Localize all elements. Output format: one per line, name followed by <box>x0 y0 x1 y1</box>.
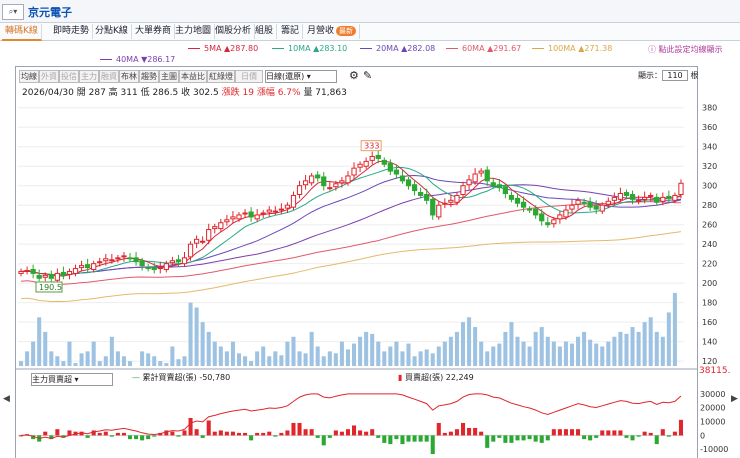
pen-icon[interactable]: ✎ <box>363 69 372 82</box>
btn-margin[interactable]: 融資 <box>99 70 119 83</box>
gear-icon[interactable]: ⚙ <box>349 69 359 82</box>
tab-monthly-revenue-label: 月營收 <box>307 26 335 36</box>
indicator-tick-label: 20000 <box>700 404 725 413</box>
legend-60ma: 60MA ▲291.67 <box>446 44 521 53</box>
ma-settings-hint[interactable]: ⓘ 點此設定均線顯示 <box>648 44 723 55</box>
tab-analysis[interactable]: 個股分析 <box>212 24 256 39</box>
tab-branch-kline[interactable]: 分點K線 <box>92 24 132 39</box>
display-count-input[interactable]: 110 <box>662 70 688 81</box>
indicator-select[interactable]: 主力買賣超 ▾ <box>31 373 113 386</box>
y-tick-label: 260 <box>702 221 717 230</box>
tab-bar: 轉碼K線 即時走勢 分點K線 大單券商 主力地圖 個股分析 組股 籌記 月營收最… <box>0 23 740 41</box>
y-tick-label: 120 <box>702 357 717 366</box>
tab-monthly-revenue[interactable]: 月營收 最新 <box>304 24 361 39</box>
indicator-daily-legend: ▮ 買賣超(張) 22,249 <box>398 373 474 382</box>
btn-pe[interactable]: 本益比 <box>179 70 207 83</box>
tab-intraday[interactable]: 即時走勢 <box>50 24 94 39</box>
y-tick-label: 340 <box>702 143 717 152</box>
indicator-tick-label: -10000 <box>700 445 728 454</box>
legend-40ma: 40MA ▼286.17 <box>100 55 175 64</box>
y-tick-label: 360 <box>702 123 717 132</box>
indicator-current-value: 38115. <box>699 366 731 376</box>
btn-ma[interactable]: 均線 <box>19 70 39 83</box>
y-tick-label: 180 <box>702 299 717 308</box>
btn-bollinger[interactable]: 布林 <box>119 70 139 83</box>
y-tick-label: 300 <box>702 182 717 191</box>
y-tick-label: 380 <box>702 104 717 113</box>
tab-big-orders[interactable]: 大單券商 <box>132 24 176 39</box>
tab-group[interactable]: 組股 <box>252 24 278 39</box>
indicator-tick-label: 10000 <box>700 418 725 427</box>
legend-10ma: 10MA ▲283.10 <box>272 44 347 53</box>
display-count: 顯示： 110 根 <box>638 70 699 81</box>
indicator-tick-label: 0 <box>700 431 705 440</box>
tab-kline[interactable]: 轉碼K線 <box>2 24 42 41</box>
stock-name: 京元電子 <box>28 6 72 19</box>
btn-daily-price[interactable]: 日價 <box>235 70 263 83</box>
legend-20ma: 20MA ▲282.08 <box>360 44 435 53</box>
period-select[interactable]: 日線(還原) ▾ <box>265 70 337 83</box>
scroll-right-icon[interactable]: ▶ <box>731 394 738 404</box>
new-badge: 最新 <box>336 26 357 36</box>
chart-frame <box>15 66 698 458</box>
y-tick-label: 240 <box>702 240 717 249</box>
scroll-left-icon[interactable]: ◀ <box>3 394 10 404</box>
ohlc-info: 2026/04/30 開 287 高 311 低 286.5 收 302.5 漲… <box>22 88 347 98</box>
y-tick-label: 140 <box>702 338 717 347</box>
btn-trust[interactable]: 投信 <box>59 70 79 83</box>
indicator-tick-label: 30000 <box>700 390 725 399</box>
tab-main-map[interactable]: 主力地圖 <box>172 24 216 39</box>
y-tick-label: 200 <box>702 279 717 288</box>
legend-100ma: 100MA ▲271.38 <box>532 44 612 53</box>
y-tick-label: 220 <box>702 260 717 269</box>
top-bar: ⌕▾ 京元電子 <box>0 0 740 23</box>
btn-major[interactable]: 主力 <box>79 70 99 83</box>
indicator-cum-legend: — 累計買賣超(張) -50,780 <box>132 373 231 382</box>
y-tick-label: 160 <box>702 318 717 327</box>
search-icon[interactable]: ⌕▾ <box>2 4 24 20</box>
y-tick-label: 280 <box>702 201 717 210</box>
y-tick-label: 320 <box>702 162 717 171</box>
tab-notes[interactable]: 籌記 <box>278 24 304 39</box>
btn-main[interactable]: 主圖 <box>159 70 179 83</box>
btn-trend[interactable]: 趨勢 <box>139 70 159 83</box>
legend-5ma: 5MA ▲287.80 <box>188 44 258 53</box>
btn-traffic-light[interactable]: 紅綠燈 <box>207 70 235 83</box>
btn-foreign[interactable]: 外資 <box>39 70 59 83</box>
